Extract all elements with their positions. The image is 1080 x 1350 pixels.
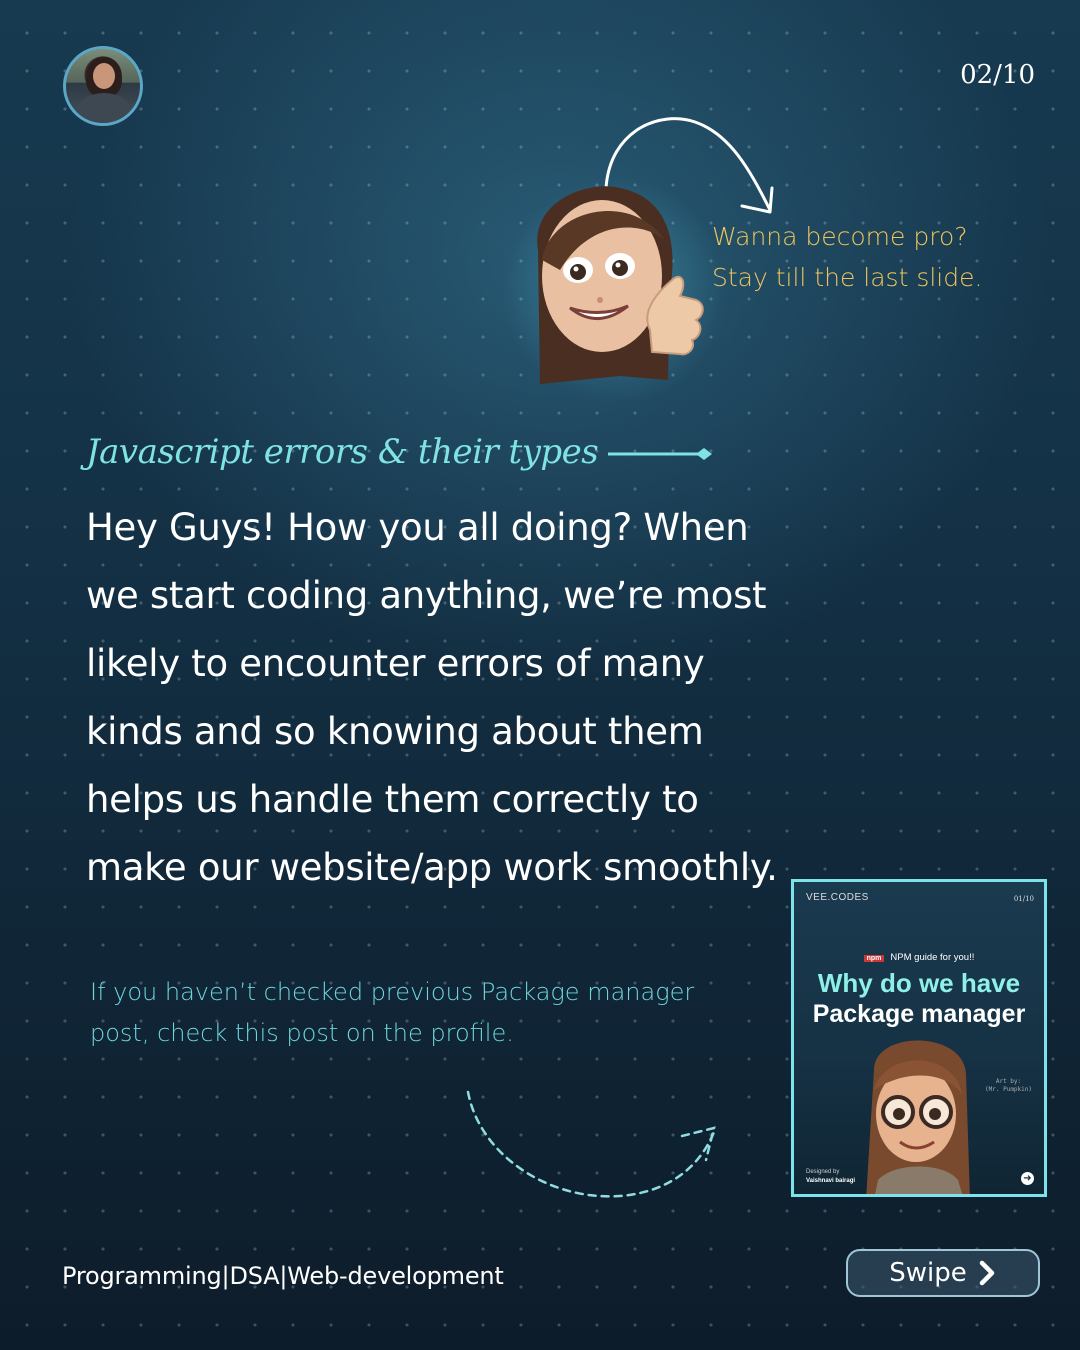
section-subtitle: Javascript errors & their types bbox=[86, 432, 599, 472]
profile-note: If you haven’t checked previous Package … bbox=[90, 978, 695, 1047]
thumbnail-page: 01/10 bbox=[1013, 895, 1034, 903]
cartoon-girl-icon bbox=[866, 1040, 970, 1194]
dashed-arrow-icon bbox=[466, 1090, 716, 1198]
thumbnail-guide: npm NPM guide for you!! bbox=[794, 952, 1044, 963]
thumbnail-art-credit: Art by: (Mr. Pumpkin) bbox=[985, 1078, 1032, 1093]
callout-line-1: Wanna become pro? bbox=[712, 222, 968, 251]
footer-tagline: Programming|DSA|Web-development bbox=[62, 1262, 504, 1290]
callout-text: Wanna become pro? Stay till the last sli… bbox=[712, 216, 982, 298]
avatar[interactable] bbox=[63, 46, 143, 126]
thumbnail-guide-text: NPM guide for you!! bbox=[890, 952, 975, 963]
thumbnail-next-icon: ➜ bbox=[1021, 1172, 1034, 1185]
swipe-button[interactable]: Swipe bbox=[846, 1249, 1040, 1297]
thumbnail-title-1: Why do we have bbox=[817, 968, 1021, 998]
page-indicator: 02/10 bbox=[960, 60, 1035, 90]
main-body-text: Hey Guys! How you all doing? When we sta… bbox=[86, 506, 778, 889]
thumbnail-title-2: Package manager bbox=[812, 1000, 1026, 1028]
thumbnail-brand: VEE.CODES bbox=[806, 892, 869, 903]
thumbnail-designer: Designed by Vaishnavi bairagi bbox=[806, 1169, 856, 1184]
callout-line-2: Stay till the last slide. bbox=[712, 263, 983, 292]
npm-badge: npm bbox=[863, 955, 885, 962]
previous-post-thumbnail[interactable]: VEE.CODES 01/10 npm NPM guide for you!! W… bbox=[791, 879, 1047, 1197]
subtitle-row: Javascript errors & their types bbox=[86, 432, 718, 472]
memoji-thumbs-up-icon bbox=[537, 186, 704, 384]
swipe-label: Swipe bbox=[889, 1258, 967, 1288]
chevron-right-icon bbox=[979, 1260, 994, 1286]
diamond-line-icon bbox=[608, 448, 713, 460]
